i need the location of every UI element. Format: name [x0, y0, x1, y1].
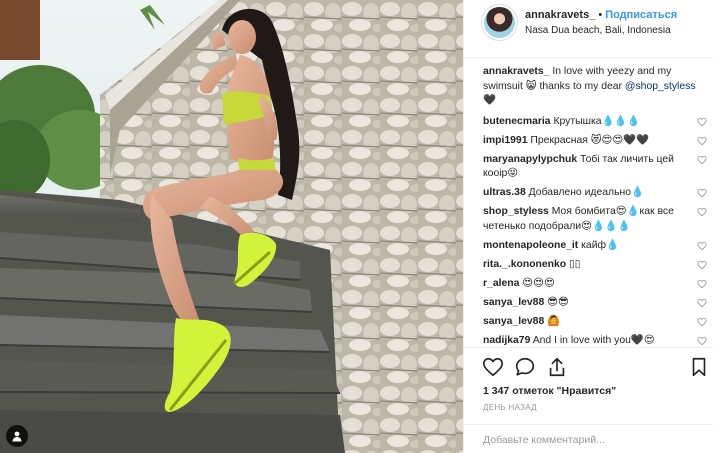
caption-mention-link[interactable]: @shop_styless [625, 81, 696, 92]
comment-item: rita._.kononenko ▯▯ [483, 258, 707, 273]
comment-item: butenecmaria Крутышка💧💧💧 [483, 115, 707, 130]
comment-icon[interactable] [514, 356, 536, 378]
comment-username[interactable]: montenapoleone_it [483, 240, 578, 251]
add-comment-input[interactable] [483, 431, 693, 448]
comment-username[interactable]: nadijka79 [483, 335, 530, 346]
comment-item: maryanapylypchuk Тобі так личить цей коо… [483, 153, 707, 182]
comment-like-icon[interactable] [697, 117, 707, 127]
comment-item: sanya_lev88 😎😎 [483, 296, 707, 311]
comment-like-icon[interactable] [697, 279, 707, 289]
location-link[interactable]: Nasa Dua beach, Bali, Indonesia [525, 25, 671, 36]
comment-text: кайф💧 [581, 239, 620, 251]
action-bar [464, 347, 713, 387]
avatar[interactable] [482, 5, 517, 40]
photo-illustration [0, 0, 463, 453]
post-header: annakravets_ • Подписаться Nasa Dua beach,… [464, 0, 713, 58]
comment-like-icon[interactable] [697, 155, 707, 165]
comment-item: sanya_lev88 🙆 [483, 315, 707, 330]
comment-item: ultras.38 Добавлено идеально💧 [483, 186, 707, 201]
comment-username[interactable]: shop_styless [483, 206, 549, 217]
add-comment-section [464, 424, 713, 453]
comment-username[interactable]: maryanapylypchuk [483, 154, 577, 165]
comment-like-icon[interactable] [697, 207, 707, 217]
comment-text: Прекрасная 😻😍😍🖤🖤 [530, 134, 650, 146]
header-username[interactable]: annakravets_ [525, 9, 595, 21]
comment-username[interactable]: impi1991 [483, 135, 527, 146]
comment-item: impi1991 Прекрасная 😻😍😍🖤🖤 [483, 134, 707, 149]
comments-list[interactable]: annakravets_ In love with yeezy and my s… [483, 65, 707, 347]
comment-like-icon[interactable] [697, 136, 707, 146]
comment-text: ▯▯ [569, 258, 581, 270]
comment-item: shop_styless Моя бомбита😍💧как все четень… [483, 205, 707, 234]
post-photo[interactable] [0, 0, 463, 453]
comment-username[interactable]: sanya_lev88 [483, 297, 544, 308]
likes-count[interactable]: 1 347 отметок "Нравится" [483, 385, 616, 397]
like-heart-icon[interactable] [482, 356, 504, 378]
comment-text: And I in love with you🖤😍 [532, 334, 655, 346]
comment-username[interactable]: butenecmaria [483, 116, 551, 127]
user-tag-icon [12, 431, 22, 442]
header-dot: • [598, 9, 603, 21]
comment-username[interactable]: sanya_lev88 [483, 316, 544, 327]
comment-like-icon[interactable] [697, 336, 707, 346]
header-user-line: annakravets_ • Подписаться [525, 9, 677, 21]
caption-tail: 🖤 [483, 95, 496, 106]
caption-username[interactable]: annakravets_ [483, 66, 549, 77]
comment-item: nadijka79 And I in love with you🖤😍 [483, 334, 707, 348]
post-timestamp: ДЕНЬ НАЗАД [483, 403, 537, 412]
comment-text: 🙆 [547, 315, 561, 327]
comment-text: Добавлено идеально💧 [528, 187, 644, 198]
comment-username[interactable]: rita._.kononenko [483, 259, 566, 270]
comment-item: montenapoleone_it кайф💧 [483, 239, 707, 254]
comment-like-icon[interactable] [697, 260, 707, 270]
comment-text: Крутышка💧💧💧 [553, 115, 641, 127]
follow-button[interactable]: Подписаться [605, 9, 677, 21]
user-tag-button[interactable] [6, 425, 28, 447]
comment-item: r_alena 😍😍😍 [483, 277, 707, 292]
comment-like-icon[interactable] [697, 188, 707, 198]
comment-like-icon[interactable] [697, 241, 707, 251]
bookmark-icon[interactable] [688, 356, 710, 378]
share-icon[interactable] [546, 356, 568, 378]
comment-like-icon[interactable] [697, 298, 707, 308]
comment-username[interactable]: ultras.38 [483, 187, 526, 198]
comment-text: 😎😎 [547, 296, 569, 308]
comment-text: 😍😍😍 [522, 277, 555, 289]
comment-like-icon[interactable] [697, 317, 707, 327]
caption: annakravets_ In love with yeezy and my s… [483, 65, 707, 109]
post-side-panel: annakravets_ • Подписаться Nasa Dua beach,… [463, 0, 713, 453]
comment-username[interactable]: r_alena [483, 278, 519, 289]
